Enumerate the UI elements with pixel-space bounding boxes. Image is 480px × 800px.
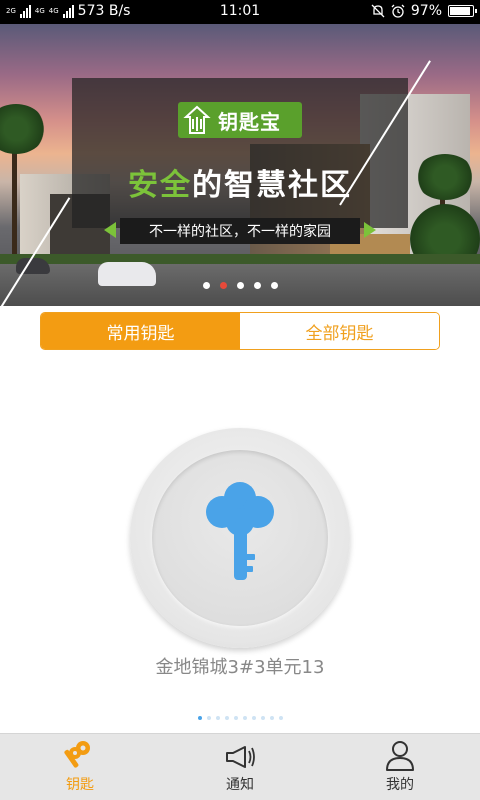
- pager-dot: [242, 716, 247, 720]
- nav-profile-label: 我的: [386, 777, 414, 793]
- pager-dot: [260, 716, 265, 720]
- subline-arrow-left: [104, 222, 116, 238]
- nav-notifications-label: 通知: [226, 777, 254, 793]
- status-bar-right: 97%: [371, 3, 477, 19]
- pager-dot: [233, 716, 238, 720]
- battery-icon: [448, 5, 477, 17]
- bottom-nav: 钥匙 通知 我的: [0, 733, 480, 800]
- subline-arrow-right: [364, 222, 376, 238]
- key-filter-segment: 常用钥匙 全部钥匙: [40, 312, 440, 350]
- alarm-icon: [391, 4, 405, 18]
- logo-mark-icon: [183, 105, 211, 134]
- battery-percent: 97%: [410, 3, 442, 19]
- carousel-dot[interactable]: [219, 282, 227, 289]
- pager-dot: [206, 716, 211, 720]
- pager-dot: [278, 716, 283, 720]
- carousel-dot[interactable]: [253, 282, 261, 289]
- banner-overlay: [72, 78, 408, 228]
- key-pager-indicator: [0, 716, 480, 720]
- key-icon: [206, 482, 274, 580]
- battery-fill: [450, 7, 471, 15]
- promo-banner[interactable]: 钥匙宝 安全的智慧社区 不一样的社区，不一样的家园: [0, 24, 480, 306]
- app-logo: 钥匙宝: [178, 102, 302, 138]
- pager-dot: [224, 716, 229, 720]
- carousel-indicator[interactable]: [0, 282, 480, 289]
- nav-keys[interactable]: 钥匙: [0, 734, 160, 800]
- nav-keys-label: 钥匙: [66, 777, 94, 793]
- palm-trunk: [12, 134, 17, 274]
- nav-notifications[interactable]: 通知: [160, 734, 320, 800]
- carousel-dot[interactable]: [236, 282, 244, 289]
- banner-subline: 不一样的社区，不一样的家园: [120, 218, 360, 244]
- carousel-dot[interactable]: [270, 282, 278, 289]
- user-icon: [386, 741, 414, 771]
- megaphone-icon: [226, 746, 255, 768]
- status-bar: 2G 4G 4G 573 B/s 11:01 97%: [0, 0, 480, 24]
- mute-bell-icon: [371, 4, 385, 18]
- headline-rest: 的智慧社区: [192, 168, 352, 203]
- pager-dot: [197, 716, 202, 720]
- pager-dot: [215, 716, 220, 720]
- tab-all-keys[interactable]: 全部钥匙: [240, 313, 439, 349]
- tab-common-keys[interactable]: 常用钥匙: [41, 313, 240, 349]
- pager-dot: [251, 716, 256, 720]
- pager-dot: [269, 716, 274, 720]
- banner-headline: 安全的智慧社区: [0, 160, 480, 204]
- keys-icon: [64, 741, 90, 768]
- key-name-label: 金地锦城3#3单元13: [155, 657, 325, 678]
- headline-accent: 安全: [128, 168, 192, 203]
- palm-top: [0, 104, 46, 154]
- carousel-dot[interactable]: [202, 282, 210, 289]
- logo-text: 钥匙宝: [218, 109, 281, 134]
- nav-profile[interactable]: 我的: [320, 734, 480, 800]
